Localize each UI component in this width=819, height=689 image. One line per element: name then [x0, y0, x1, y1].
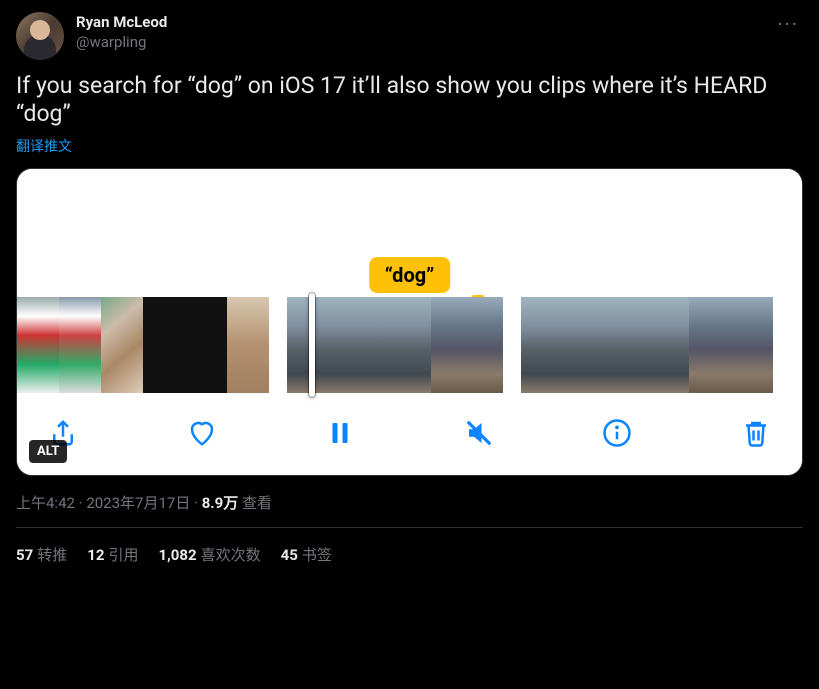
clip-thumbnail[interactable] [287, 297, 359, 393]
tweet-text: If you search for “dog” on iOS 17 it’ll … [16, 72, 803, 128]
clip-thumbnail[interactable] [185, 297, 227, 393]
clip-thumbnail[interactable] [17, 297, 59, 393]
clip-thumbnail[interactable] [731, 297, 773, 393]
clip-group-active [287, 297, 503, 393]
views-count: 8.9万 [202, 494, 239, 512]
heart-icon[interactable] [186, 417, 218, 449]
clip-thumbnail[interactable] [143, 297, 185, 393]
clip-thumbnail[interactable] [59, 297, 101, 393]
stat-likes[interactable]: 1,082喜欢次数 [158, 544, 260, 565]
clip-thumbnail[interactable] [521, 297, 563, 393]
translate-link[interactable]: 翻译推文 [16, 136, 803, 156]
author-block[interactable]: Ryan McLeod @warpling [76, 12, 761, 52]
clip-thumbnail[interactable] [689, 297, 731, 393]
playhead[interactable] [309, 293, 315, 397]
media-top-area: “dog” [17, 169, 802, 297]
tweet-meta: 上午4:42 · 2023年7月17日 · 8.9万 查看 [16, 492, 803, 528]
display-name: Ryan McLeod [76, 12, 761, 32]
clip-thumbnail[interactable] [647, 297, 689, 393]
more-options-icon[interactable]: ··· [773, 12, 803, 36]
trash-icon[interactable] [740, 417, 772, 449]
stat-bookmarks[interactable]: 45书签 [281, 544, 332, 565]
clip-thumbnail[interactable] [101, 297, 143, 393]
tweet-stats: 57转推 12引用 1,082喜欢次数 45书签 [16, 528, 803, 581]
search-term-tag: “dog” [369, 257, 451, 293]
clip-thumbnail[interactable] [563, 297, 605, 393]
handle: @warpling [76, 32, 761, 52]
clip-thumbnail[interactable] [227, 297, 269, 393]
media-card[interactable]: “dog” [16, 168, 803, 476]
mute-icon[interactable] [463, 417, 495, 449]
clip-thumbnail[interactable] [359, 297, 431, 393]
clip-thumbnail[interactable] [605, 297, 647, 393]
clip-group [17, 297, 269, 393]
stat-quotes[interactable]: 12引用 [87, 544, 138, 565]
info-icon[interactable] [601, 417, 633, 449]
clip-group [521, 297, 802, 393]
views-label: 查看 [238, 494, 272, 512]
tweet-date[interactable]: 2023年7月17日 [86, 494, 190, 512]
stat-retweets[interactable]: 57转推 [16, 544, 67, 565]
tweet-time[interactable]: 上午4:42 [16, 494, 75, 512]
clip-thumbnail[interactable] [431, 297, 503, 393]
tweet-header: Ryan McLeod @warpling ··· [16, 12, 803, 60]
avatar[interactable] [16, 12, 64, 60]
clip-timeline[interactable] [17, 297, 802, 393]
alt-badge[interactable]: ALT [29, 440, 67, 463]
media-toolbar [17, 393, 802, 475]
pause-icon[interactable] [324, 417, 356, 449]
tweet-container: Ryan McLeod @warpling ··· If you search … [0, 0, 819, 593]
